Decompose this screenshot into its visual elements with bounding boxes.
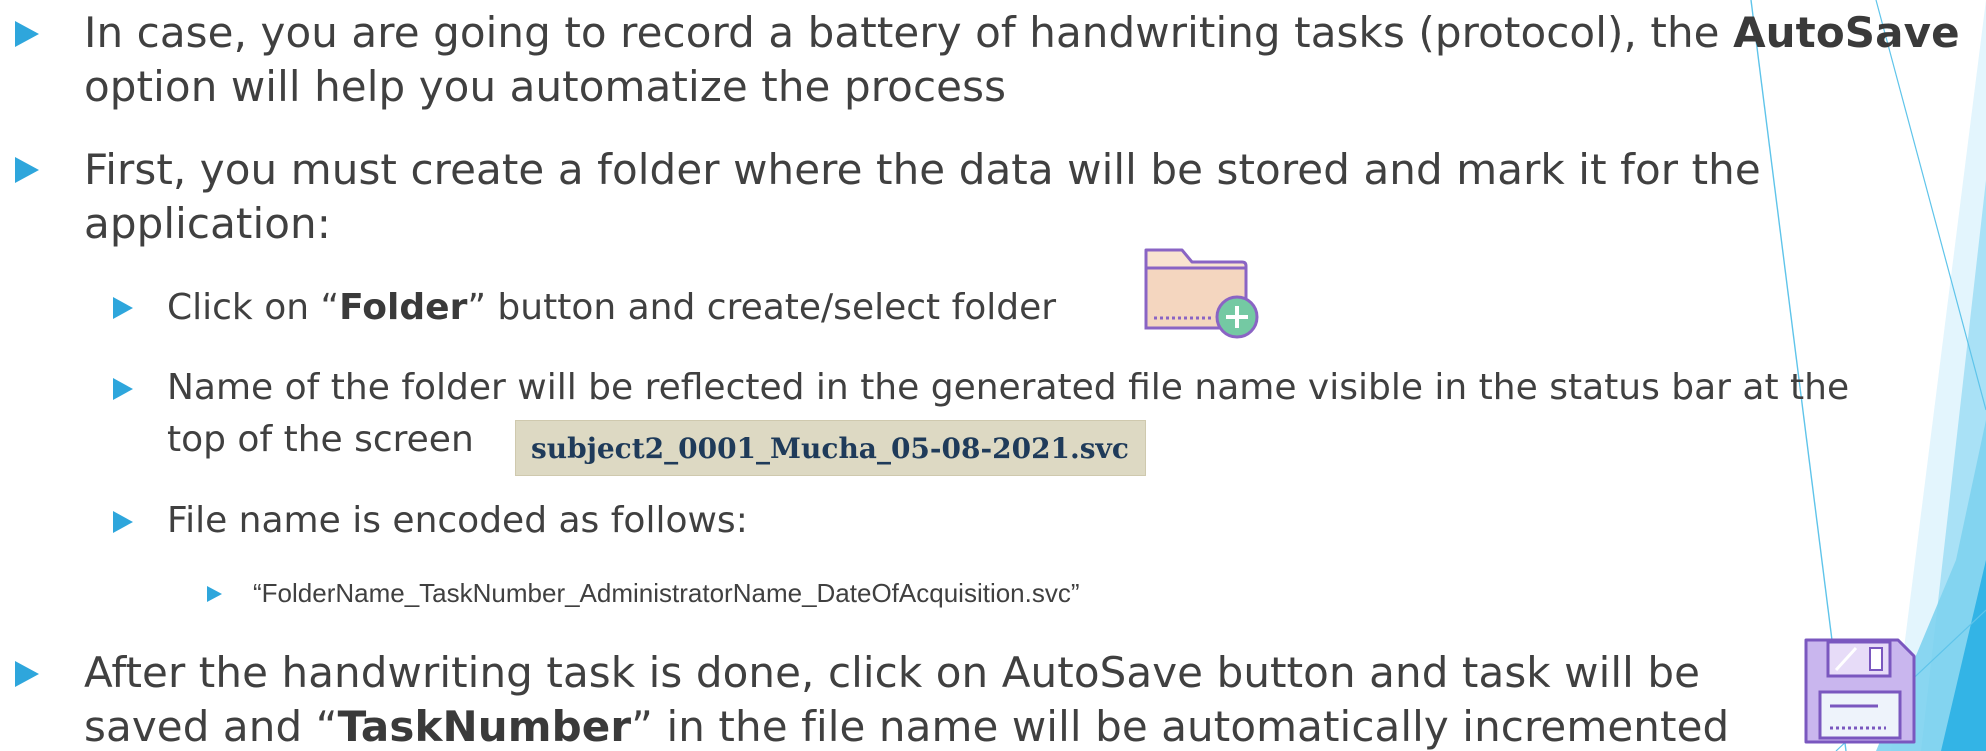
after-task-line2: saved and “TaskNumber” in the file name … <box>84 702 1730 751</box>
autosave-intro-line2: option will help you automatize the proc… <box>84 62 1007 111</box>
bullet-marker <box>113 511 133 533</box>
bullet-marker <box>15 157 39 183</box>
click-folder-text: Click on “Folder” button and create/sele… <box>167 287 1057 328</box>
floppy-disk-icon <box>1804 638 1916 744</box>
create-folder-line1: First, you must create a folder where th… <box>84 145 1761 194</box>
bullet-marker <box>207 586 222 602</box>
bullet-marker <box>113 297 133 319</box>
folder-add-icon <box>1144 248 1259 339</box>
create-folder-line2: application: <box>84 199 332 248</box>
filename-format: “FolderName_TaskNumber_AdministratorName… <box>253 578 1080 608</box>
bullet-marker <box>15 21 39 47</box>
encoding-text: File name is encoded as follows: <box>167 500 748 541</box>
folder-name-line1: Name of the folder will be reflected in … <box>167 367 1850 408</box>
bullet-marker <box>15 661 39 687</box>
example-filename: subject2_0001_Mucha_05-08-2021.svc <box>515 420 1146 476</box>
bullet-marker <box>113 378 133 400</box>
folder-name-line2: top of the screen <box>167 419 474 460</box>
after-task-line1: After the handwriting task is done, clic… <box>84 648 1701 697</box>
autosave-intro-line1: In case, you are going to record a batte… <box>84 8 1960 57</box>
